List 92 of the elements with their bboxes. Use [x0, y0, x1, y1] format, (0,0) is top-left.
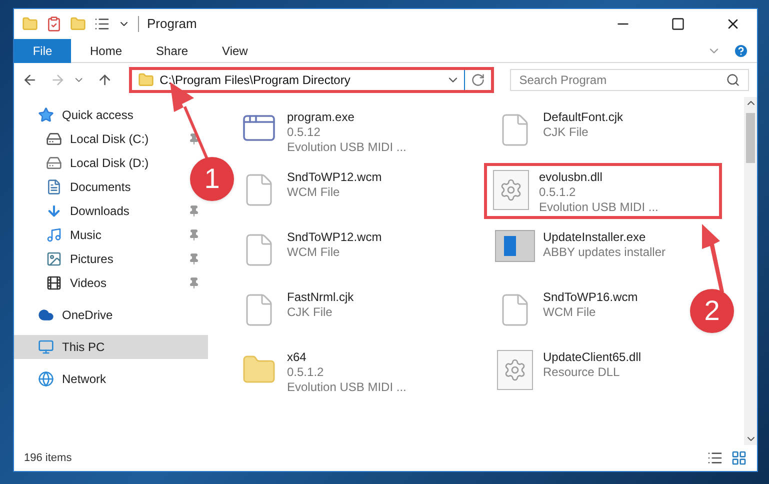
sidebar-item[interactable]: Downloads	[14, 199, 208, 223]
drive-icon	[46, 131, 62, 147]
item-count: 196 items	[24, 450, 72, 466]
details-view-icon[interactable]	[707, 450, 723, 466]
file-detail: WCM File	[287, 185, 341, 200]
sidebar-label: Network	[62, 371, 106, 388]
sidebar-label: Local Disk (C:)	[70, 131, 150, 148]
network-icon	[38, 371, 54, 387]
scrollbar[interactable]	[744, 97, 757, 445]
file-name: SndToWP16.wcm	[543, 290, 638, 305]
file-detail: WCM File	[543, 305, 597, 320]
ribbon-tab[interactable]: Home	[75, 38, 138, 62]
sidebar-item[interactable]: This PC	[14, 335, 208, 359]
ribbon-tab[interactable]: Share	[141, 38, 204, 62]
sidebar-label: Music	[70, 227, 102, 244]
sidebar-label: Pictures	[70, 251, 114, 268]
address-bar[interactable]: C:\Program Files\Program Directory	[128, 67, 494, 93]
file-item[interactable]: SndToWP12.wcm WCM File	[232, 163, 389, 219]
up-button[interactable]	[97, 72, 113, 88]
sidebar-label: Quick access	[62, 107, 134, 124]
view-icon[interactable]	[94, 16, 110, 32]
sidebar-item[interactable]: Music	[14, 223, 208, 247]
file-detail: WCM File	[287, 245, 341, 260]
file-name: FastNrml.cjk	[287, 290, 354, 305]
back-button[interactable]	[22, 72, 38, 88]
file-name: x64	[287, 350, 308, 365]
file-detail: Evolution USB MIDI ...	[539, 200, 658, 215]
gear-file-icon	[493, 170, 529, 210]
monitor-icon	[38, 339, 54, 355]
star-icon	[38, 107, 54, 123]
file-name: SndToWP12.wcm	[287, 230, 382, 245]
file-detail: CJK File	[543, 125, 590, 140]
search-field[interactable]: Search Program	[510, 69, 750, 91]
film-icon	[46, 275, 62, 291]
search-icon	[726, 73, 740, 87]
sidebar-item[interactable]: Videos	[14, 271, 208, 295]
cloud-icon	[38, 307, 54, 323]
file-detail: Resource DLL	[543, 365, 621, 380]
file-item[interactable]: x64 0.5.1.2 Evolution USB MIDI ...	[232, 343, 414, 399]
file-detail: CJK File	[287, 305, 334, 320]
refresh-button[interactable]	[471, 73, 486, 87]
folder-icon	[138, 72, 154, 88]
music-note-icon	[46, 227, 62, 243]
file-item[interactable]: SndToWP12.wcm WCM File	[232, 223, 389, 279]
file-name: SndToWP12.wcm	[287, 170, 382, 185]
drive-icon	[46, 155, 62, 171]
ribbon-tab[interactable]: File	[14, 38, 71, 62]
file-item[interactable]: UpdateClient65.dll Resource DLL	[488, 343, 648, 399]
document-icon	[46, 179, 62, 195]
sidebar-label: Local Disk (D:)	[70, 155, 149, 172]
file-item[interactable]: FastNrml.cjk CJK File	[232, 283, 361, 339]
tiles-view-icon[interactable]	[731, 450, 747, 466]
file-item[interactable]: SndToWP16.wcm WCM File	[488, 283, 645, 339]
search-input[interactable]: Search Program	[519, 71, 726, 89]
maximize-button[interactable]	[671, 17, 685, 31]
file-detail: 0.5.1.2	[539, 185, 577, 200]
sidebar-label: Downloads	[70, 203, 130, 220]
installer-icon	[495, 230, 535, 262]
scrollbar-thumb[interactable]	[746, 113, 755, 163]
help-icon[interactable]	[733, 42, 749, 58]
sidebar-item[interactable]: Quick access	[14, 103, 142, 127]
sidebar-item[interactable]: Local Disk (C:)	[14, 127, 208, 151]
file-item[interactable]: UpdateInstaller.exe ABBY updates installer	[488, 223, 673, 279]
folder-icon	[22, 16, 38, 32]
file-name: program.exe	[287, 110, 356, 125]
file-detail: 0.5.12	[287, 125, 322, 140]
sidebar-item[interactable]: Documents	[14, 175, 139, 199]
file-detail: Evolution USB MIDI ...	[287, 380, 406, 395]
file-detail: Evolution USB MIDI ...	[287, 140, 406, 155]
file-item[interactable]: evolusbn.dll 0.5.1.2 Evolution USB MIDI ...	[484, 163, 722, 219]
file-name: DefaultFont.cjk	[543, 110, 624, 125]
sidebar-label: Documents	[70, 179, 131, 196]
sidebar-item[interactable]: Pictures	[14, 247, 208, 271]
download-icon	[46, 203, 62, 219]
sidebar-label: Videos	[70, 275, 108, 292]
ribbon-tab[interactable]: View	[207, 38, 263, 62]
file-name: UpdateClient65.dll	[543, 350, 642, 365]
gear-file-icon	[497, 350, 533, 390]
sidebar-item[interactable]: OneDrive	[14, 303, 121, 327]
file-detail: ABBY updates installer	[543, 245, 666, 260]
sidebar-item[interactable]: Local Disk (D:)	[14, 151, 157, 175]
sidebar-label: OneDrive	[62, 307, 113, 324]
file-name: evolusbn.dll	[539, 170, 604, 185]
sidebar-item[interactable]: Network	[14, 367, 114, 391]
file-detail: 0.5.1.2	[287, 365, 325, 380]
sidebar-label: This PC	[62, 339, 106, 356]
address-path: C:\Program Files\Program Directory	[160, 72, 352, 89]
file-item[interactable]: program.exe 0.5.12 Evolution USB MIDI ...	[232, 103, 414, 159]
file-item[interactable]: DefaultFont.cjk CJK File	[488, 103, 630, 159]
picture-icon	[46, 251, 62, 267]
file-name: UpdateInstaller.exe	[543, 230, 647, 245]
window-title: Program	[147, 15, 197, 34]
